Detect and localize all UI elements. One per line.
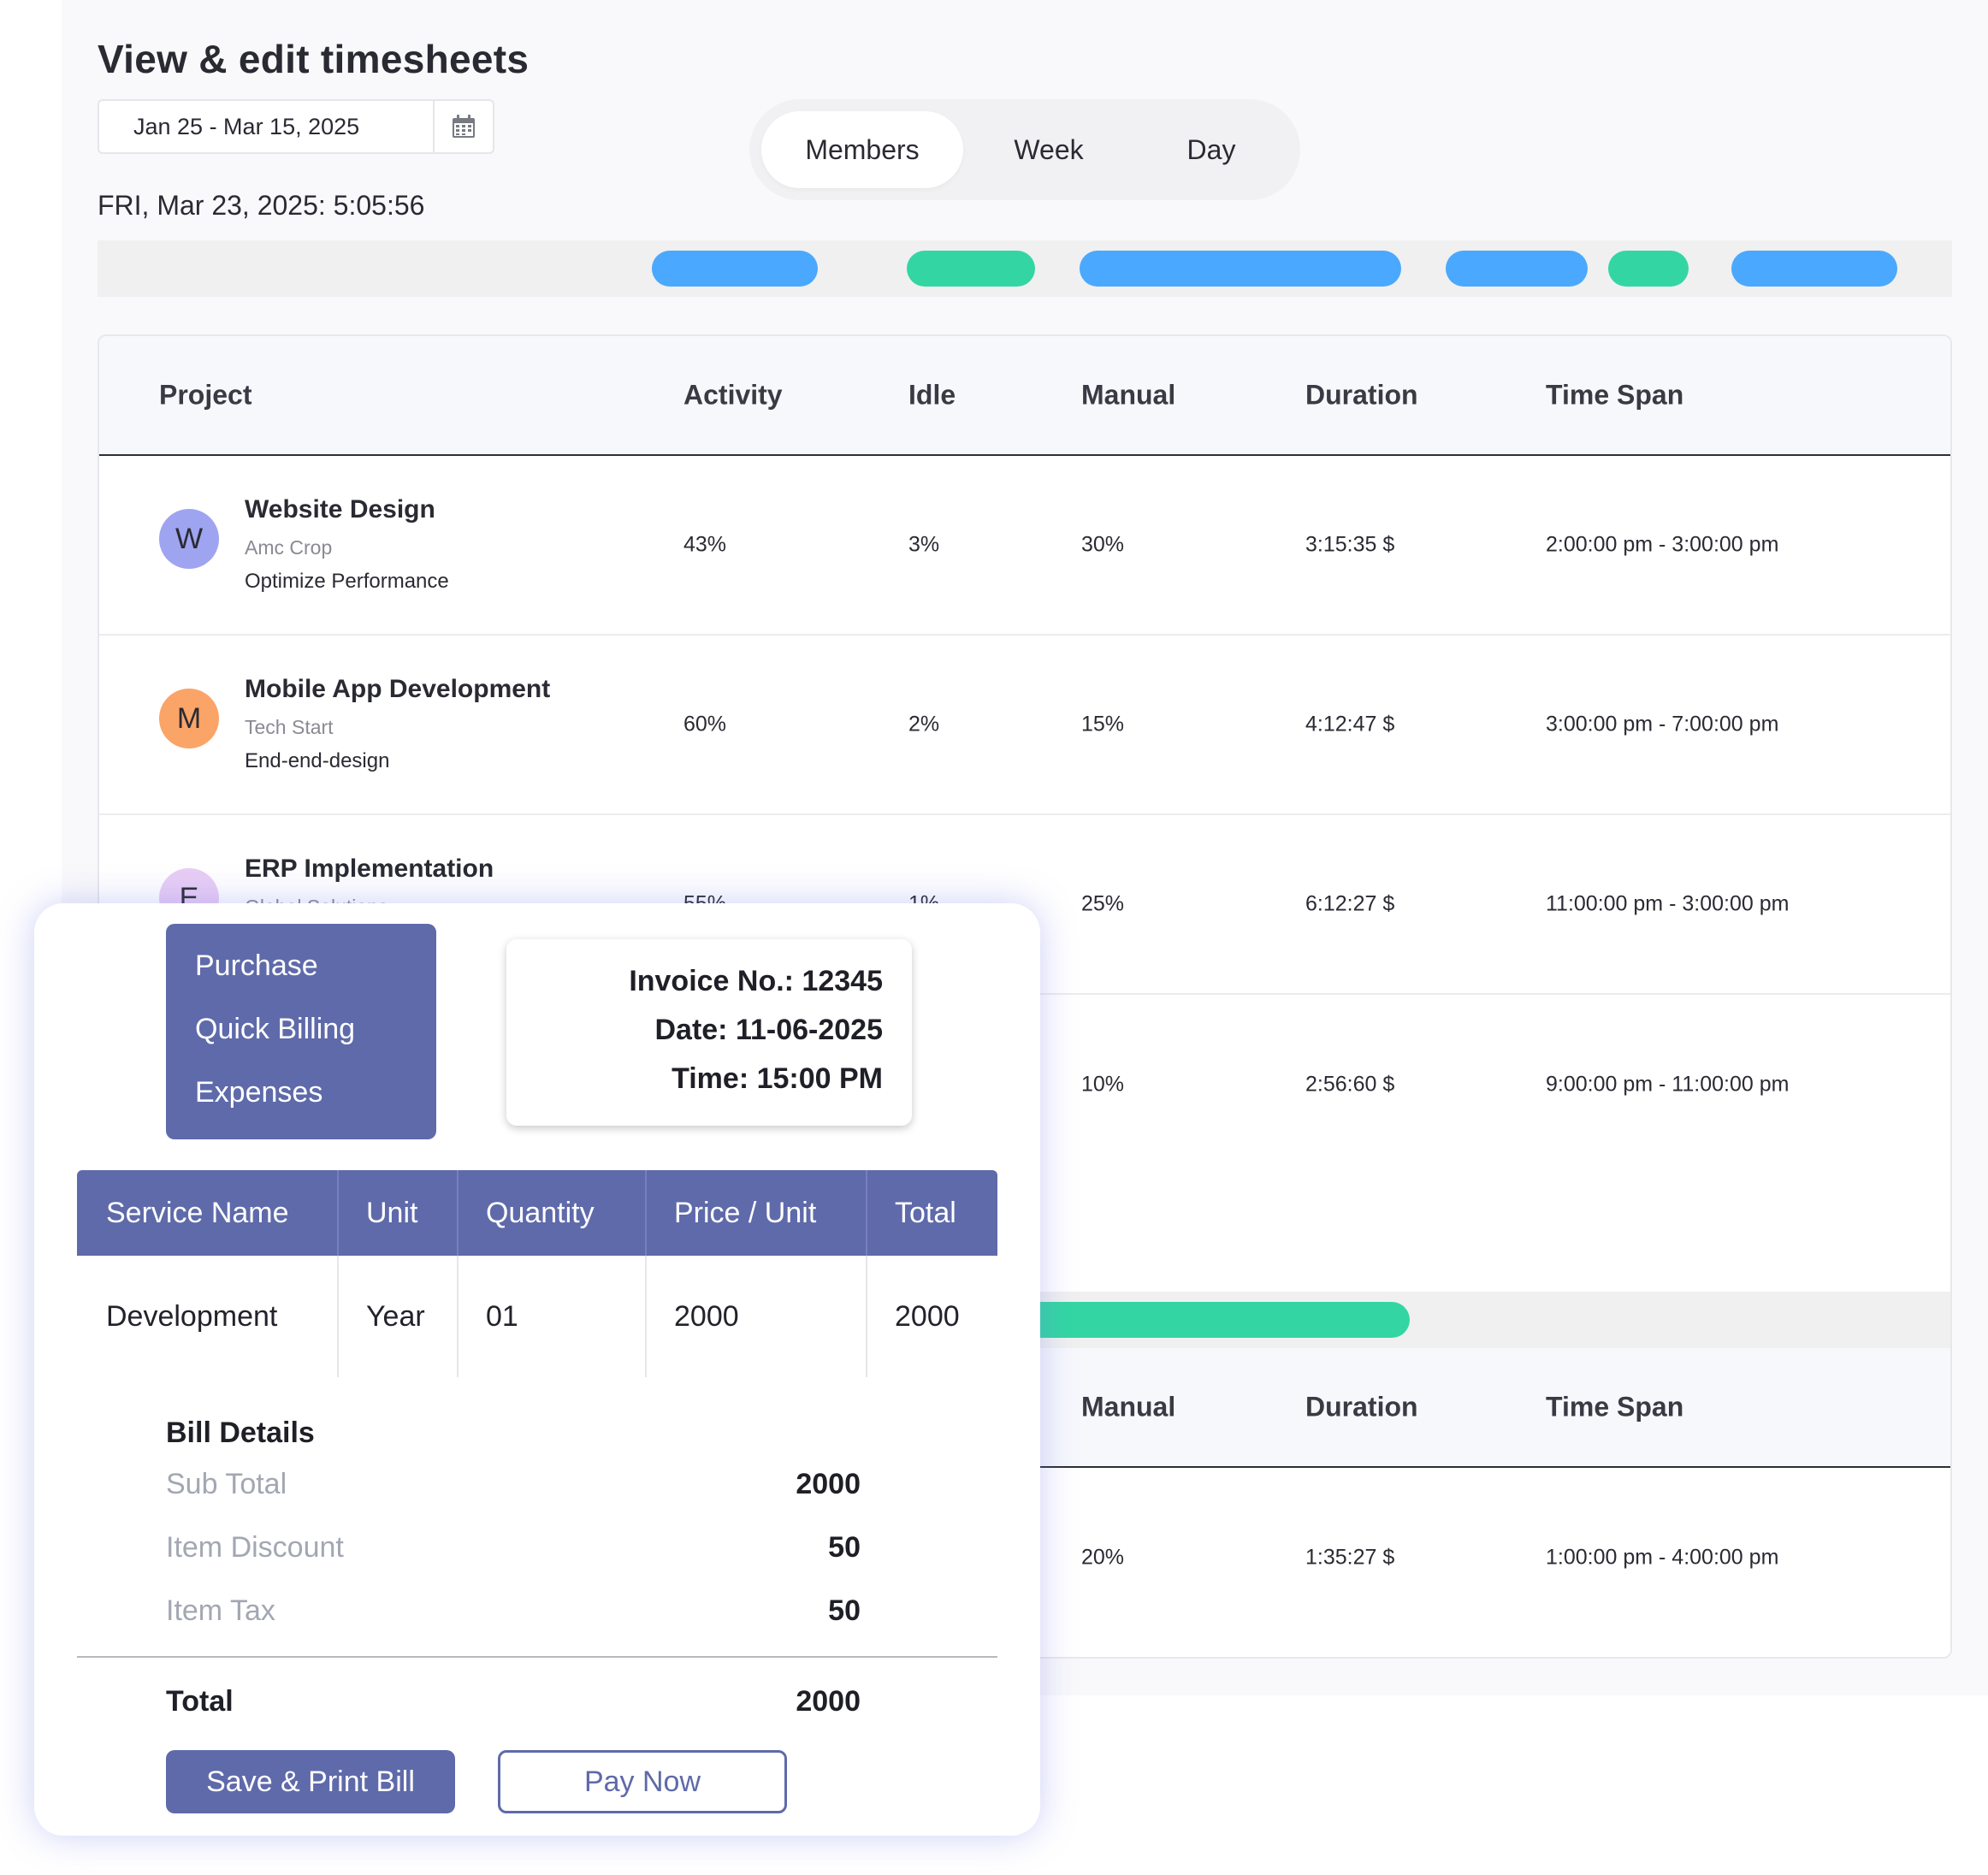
activity-value: 60% [683,712,727,736]
duration-value: 2:56:60 $ [1305,1072,1395,1097]
service-quantity: 01 [486,1299,518,1333]
avatar: M [159,689,219,748]
timeline-segment[interactable] [1080,251,1401,287]
manual-value: 30% [1081,532,1125,557]
menu-item-purchase[interactable]: Purchase [195,946,436,1009]
bill-value: 2000 [796,1468,861,1500]
column-header: Unit [366,1196,418,1229]
avatar: W [159,509,219,569]
project-name: Mobile App Development [245,675,551,703]
save-print-bill-button[interactable]: Save & Print Bill [166,1750,455,1813]
idle-value: 2% [908,712,940,736]
manual-value: 25% [1081,891,1125,916]
duration-value: 3:15:35 $ [1305,532,1395,557]
duration-value: 4:12:47 $ [1305,712,1395,736]
client-name: Amc Crop [245,536,333,559]
table-row[interactable]: Development Year 01 2000 2000 [77,1256,997,1377]
divider [77,1656,997,1658]
column-header: Quantity [486,1196,595,1229]
invoice-time: Time: 15:00 PM [672,1062,883,1095]
bill-value: 50 [828,1594,861,1627]
task-name: Optimize Performance [245,570,449,593]
column-header: Service Name [106,1196,289,1229]
idle-value: 3% [908,532,940,557]
duration-value: 1:35:27 $ [1305,1545,1395,1570]
bill-line-tax: Item Tax 50 [166,1594,861,1628]
activity-value: 43% [683,532,727,557]
timeline-segment[interactable] [1446,251,1588,287]
invoice-number: Invoice No.: 12345 [629,965,883,997]
bill-details-title: Bill Details [166,1417,315,1449]
project-name: Website Design [245,495,435,523]
column-header[interactable]: Manual [1081,1392,1175,1423]
service-price: 2000 [674,1299,739,1333]
invoice-card: Purchase Quick Billing Expenses Invoice … [34,903,1040,1836]
service-unit: Year [366,1299,425,1333]
time-span-value: 9:00:00 pm - 11:00:00 pm [1546,1072,1790,1097]
current-timestamp: FRI, Mar 23, 2025: 5:05:56 [98,190,425,221]
column-header[interactable]: Project [159,380,251,411]
manual-value: 20% [1081,1545,1125,1570]
total-label: Total [166,1685,234,1718]
service-name: Development [106,1299,278,1333]
invoice-info: Invoice No.: 12345 Date: 11-06-2025 Time… [506,939,912,1126]
date-range-picker[interactable]: Jan 25 - Mar 15, 2025 [98,99,494,154]
project-name: ERP Implementation [245,855,494,883]
column-header[interactable]: Time Span [1546,1392,1683,1423]
bill-value: 50 [828,1531,861,1564]
manual-value: 15% [1081,712,1125,736]
total-value: 2000 [796,1685,861,1718]
service-table-header: Service Name Unit Quantity Price / Unit … [77,1170,997,1256]
timeline-segment[interactable] [907,251,1035,287]
time-span-value: 1:00:00 pm - 4:00:00 pm [1546,1545,1779,1570]
time-span-value: 3:00:00 pm - 7:00:00 pm [1546,712,1779,736]
page-title: View & edit timesheets [98,37,530,81]
table-row[interactable]: W Website Design Amc Crop Optimize Perfo… [99,456,1950,636]
table-row[interactable]: M Mobile App Development Tech Start End-… [99,636,1950,815]
bill-label: Item Discount [166,1531,344,1564]
column-header: Price / Unit [674,1196,817,1229]
bill-line-subtotal: Sub Total 2000 [166,1468,861,1501]
view-toggle: Members Week Day [749,99,1300,200]
manual-value: 10% [1081,1072,1125,1097]
timeline-segment[interactable] [652,251,818,287]
column-header[interactable]: Duration [1305,380,1418,411]
column-header[interactable]: Duration [1305,1392,1418,1423]
menu-item-quick-billing[interactable]: Quick Billing [195,1009,436,1073]
billing-menu: Purchase Quick Billing Expenses [166,924,436,1139]
column-header[interactable]: Idle [908,380,956,411]
bill-total: Total 2000 [166,1685,861,1718]
timeline-segment[interactable] [1731,251,1897,287]
service-table: Service Name Unit Quantity Price / Unit … [77,1170,997,1377]
column-header[interactable]: Activity [683,380,783,411]
table-header: Project Activity Idle Manual Duration Ti… [99,336,1950,456]
invoice-date: Date: 11-06-2025 [654,1014,883,1046]
time-span-value: 11:00:00 pm - 3:00:00 pm [1546,891,1790,916]
timeline-segment[interactable] [1608,251,1689,287]
column-header: Total [895,1196,956,1229]
bill-line-discount: Item Discount 50 [166,1531,861,1564]
bill-label: Item Tax [166,1594,275,1627]
pay-now-button[interactable]: Pay Now [498,1750,787,1813]
tab-members[interactable]: Members [761,111,963,188]
service-total: 2000 [895,1299,960,1333]
activity-timeline [98,240,1952,297]
tab-day[interactable]: Day [1134,111,1288,188]
column-header[interactable]: Time Span [1546,380,1683,411]
calendar-icon[interactable] [433,101,493,152]
date-range-value: Jan 25 - Mar 15, 2025 [133,113,360,139]
time-span-value: 2:00:00 pm - 3:00:00 pm [1546,532,1779,557]
column-header[interactable]: Manual [1081,380,1175,411]
duration-value: 6:12:27 $ [1305,891,1395,916]
client-name: Tech Start [245,716,334,738]
tab-week[interactable]: Week [972,111,1126,188]
task-name: End-end-design [245,749,390,772]
bill-label: Sub Total [166,1468,287,1500]
menu-item-expenses[interactable]: Expenses [195,1073,436,1136]
